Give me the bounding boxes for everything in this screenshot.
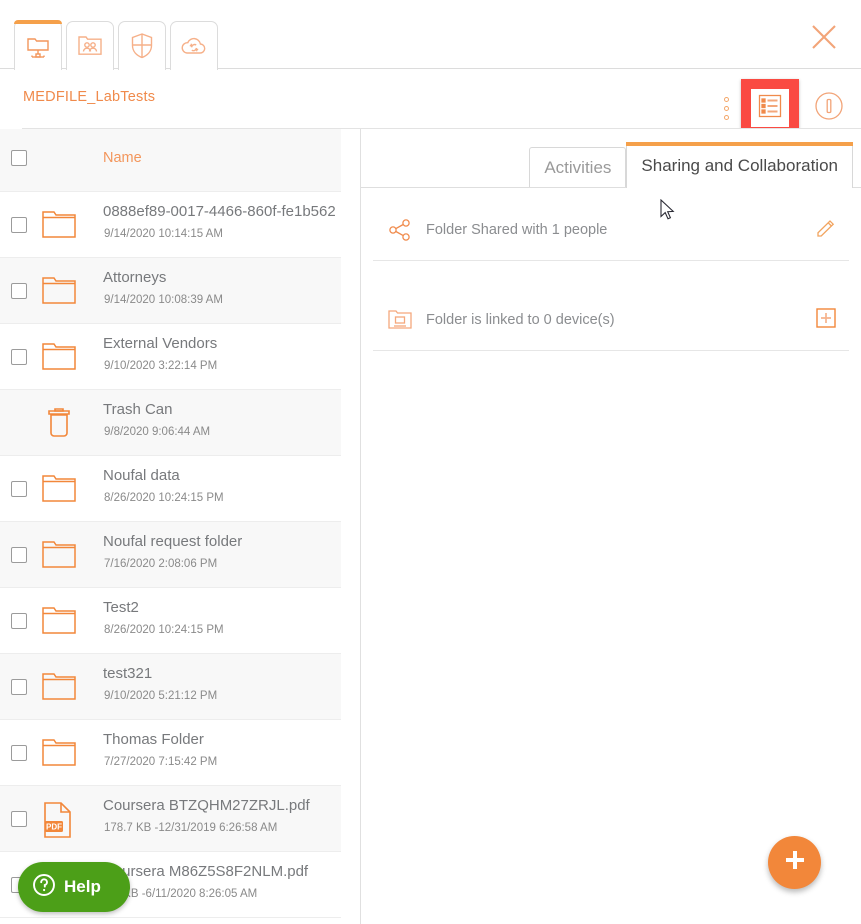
folder-icon xyxy=(40,207,78,243)
application-window: MEDFILE_LabTests Name 0888ef89-0017-4466… xyxy=(0,0,861,924)
tab-sharing-and-collaboration[interactable]: Sharing and Collaboration xyxy=(626,142,853,188)
row-checkbox[interactable] xyxy=(11,481,27,497)
file-name: Attorneys xyxy=(103,269,167,286)
file-name: Thomas Folder xyxy=(103,731,204,748)
file-list-scrollbar-track[interactable] xyxy=(341,129,694,924)
plus-icon xyxy=(782,847,808,878)
row-checkbox[interactable] xyxy=(11,547,27,563)
breadcrumb[interactable]: MEDFILE_LabTests xyxy=(23,89,155,105)
file-meta: 7/27/2020 7:15:42 PM xyxy=(104,756,218,768)
file-name: Coursera M86Z5S8F2NLM.pdf xyxy=(103,863,309,880)
add-button[interactable] xyxy=(768,836,821,889)
help-widget-label: Help xyxy=(64,877,101,896)
folder-icon xyxy=(40,603,78,639)
folder-icon xyxy=(40,735,78,771)
detail-panel: Activities Sharing and Collaboration Fol… xyxy=(361,129,861,924)
details-panel-button[interactable] xyxy=(751,89,789,127)
mouse-cursor xyxy=(660,198,676,226)
table-row[interactable]: Noufal data 8/26/2020 10:24:15 PM xyxy=(0,456,341,522)
row-checkbox[interactable] xyxy=(11,217,27,233)
file-meta: 8/26/2020 10:24:15 PM xyxy=(104,492,224,504)
file-meta: 9/10/2020 5:21:12 PM xyxy=(104,690,218,702)
column-header-name[interactable]: Name xyxy=(103,150,142,166)
table-row[interactable]: 0888ef89-0017-4466-860f-fe1b562 9/14/2020… xyxy=(0,192,341,258)
svg-text:PDF: PDF xyxy=(46,823,62,832)
row-checkbox[interactable] xyxy=(11,679,27,695)
tab-strip xyxy=(0,0,861,72)
table-row[interactable]: Trash Can 9/8/2020 9:06:44 AM xyxy=(0,390,341,456)
table-row[interactable]: PDF Coursera BTZQHM27ZRJL.pdf 178.7 KB -12… xyxy=(0,786,341,852)
table-row[interactable]: Test2 8/26/2020 10:24:15 PM xyxy=(0,588,341,654)
file-meta: 8/26/2020 10:24:15 PM xyxy=(104,624,224,636)
kebab-menu-icon xyxy=(723,105,729,111)
table-row[interactable]: Attorneys 9/14/2020 10:08:39 AM xyxy=(0,258,341,324)
file-meta: 9/10/2020 3:22:14 PM xyxy=(104,360,218,372)
row-checkbox[interactable] xyxy=(11,745,27,761)
sharing-status-text: Folder Shared with 1 people xyxy=(426,222,608,238)
detail-row-sharing: Folder Shared with 1 people xyxy=(373,201,849,261)
row-checkbox[interactable] xyxy=(11,283,27,299)
linked-folder-device-icon xyxy=(385,305,415,335)
file-list-header: Name xyxy=(0,129,341,192)
file-name: 0888ef89-0017-4466-860f-fe1b562 xyxy=(103,203,336,220)
cloud-sync-icon xyxy=(179,34,209,58)
info-circle-icon xyxy=(814,91,844,126)
share-nodes-icon xyxy=(385,215,415,245)
row-checkbox[interactable] xyxy=(11,613,27,629)
file-name: test321 xyxy=(103,665,153,682)
row-checkbox[interactable] xyxy=(11,811,27,827)
file-name: Trash Can xyxy=(103,401,173,418)
folder-icon xyxy=(40,537,78,573)
edit-sharing-button[interactable] xyxy=(811,215,841,245)
file-meta: 7/16/2020 2:08:06 PM xyxy=(104,558,218,570)
tab-security[interactable] xyxy=(118,21,166,70)
table-row[interactable]: External Vendors 9/10/2020 3:22:14 PM xyxy=(0,324,341,390)
details-list-icon xyxy=(757,93,783,124)
tab-shared-with-me[interactable] xyxy=(66,21,114,70)
tab-my-devices[interactable] xyxy=(14,20,62,72)
pencil-edit-icon xyxy=(815,217,837,244)
help-widget-button[interactable]: Help xyxy=(18,862,130,912)
detail-tab-list: Activities Sharing and Collaboration xyxy=(529,142,853,188)
question-circle-icon xyxy=(32,873,56,902)
table-row[interactable]: Thomas Folder 7/27/2020 7:15:42 PM xyxy=(0,720,341,786)
tab-list xyxy=(14,20,222,72)
file-name: External Vendors xyxy=(103,335,218,352)
tab-activities[interactable]: Activities xyxy=(529,147,627,188)
more-options-button[interactable] xyxy=(713,88,739,128)
select-all-checkbox[interactable] xyxy=(11,150,27,166)
file-name: Noufal data xyxy=(103,467,180,484)
table-row[interactable]: test321 9/10/2020 5:21:12 PM xyxy=(0,654,341,720)
close-button[interactable] xyxy=(803,18,845,60)
file-list: Name 0888ef89-0017-4466-860f-fe1b562 9/14… xyxy=(0,129,341,924)
close-icon xyxy=(809,22,839,57)
pdf-file-icon: PDF xyxy=(40,801,78,838)
network-folder-icon xyxy=(24,32,52,60)
plus-square-icon xyxy=(815,307,837,334)
info-button[interactable] xyxy=(809,88,849,128)
file-name: Test2 xyxy=(103,599,139,616)
row-checkbox[interactable] xyxy=(11,349,27,365)
folder-icon xyxy=(40,273,78,309)
add-device-button[interactable] xyxy=(811,305,841,335)
file-meta: 9/14/2020 10:14:15 AM xyxy=(104,228,223,240)
file-meta: 9/14/2020 10:08:39 AM xyxy=(104,294,223,306)
file-name: Coursera BTZQHM27ZRJL.pdf xyxy=(103,797,310,814)
folder-icon xyxy=(40,471,78,507)
folder-icon xyxy=(40,339,78,375)
detail-row-devices: Folder is linked to 0 device(s) xyxy=(373,291,849,351)
file-meta: 9/8/2020 9:06:44 AM xyxy=(104,426,211,438)
folder-icon xyxy=(40,669,78,705)
breadcrumb-bar: MEDFILE_LabTests xyxy=(0,69,861,137)
shared-folder-people-icon xyxy=(76,33,104,59)
file-name: Noufal request folder xyxy=(103,533,243,550)
file-meta: 178.7 KB -12/31/2019 6:26:58 AM xyxy=(104,822,278,834)
trash-can-icon xyxy=(40,405,78,441)
tab-cloud-sync[interactable] xyxy=(170,21,218,70)
device-link-status-text: Folder is linked to 0 device(s) xyxy=(426,312,615,328)
kebab-menu-icon xyxy=(723,114,729,120)
table-row[interactable]: Noufal request folder 7/16/2020 2:08:06 P… xyxy=(0,522,341,588)
kebab-menu-icon xyxy=(723,96,729,102)
shield-icon xyxy=(129,32,155,60)
